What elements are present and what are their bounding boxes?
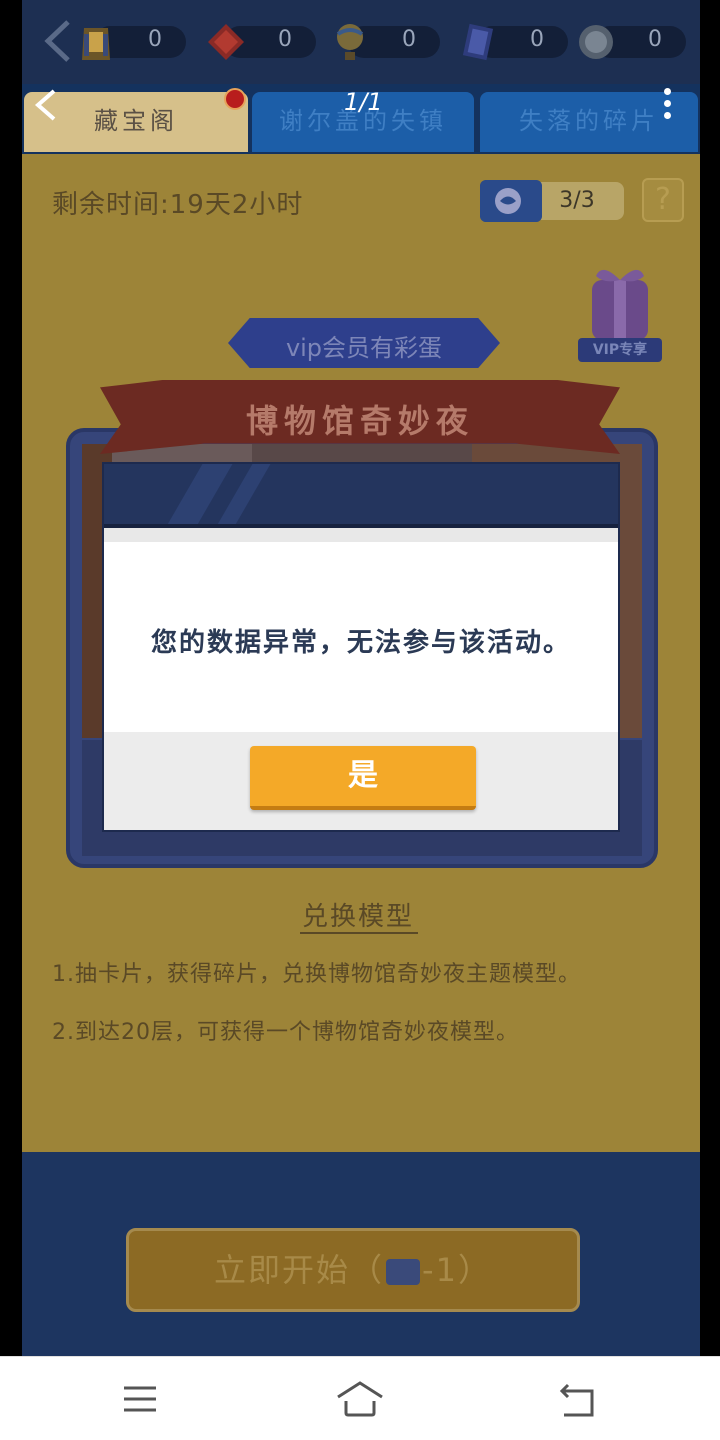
ticket-counter: 3/3 bbox=[480, 180, 624, 222]
start-cost: -1） bbox=[422, 1251, 492, 1289]
confirm-yes-button[interactable]: 是 bbox=[250, 746, 476, 810]
page-indicator: 1/1 bbox=[344, 88, 383, 116]
nav-back-icon[interactable] bbox=[32, 88, 62, 122]
notification-dot bbox=[224, 88, 246, 110]
event-title: 博物馆奇妙夜 bbox=[245, 402, 474, 440]
help-button[interactable]: ? bbox=[642, 178, 684, 222]
red-gem-icon bbox=[208, 24, 244, 60]
start-label: 立即开始（ bbox=[214, 1251, 385, 1289]
balloon-icon bbox=[336, 24, 364, 60]
dialog-header bbox=[104, 464, 618, 528]
gift-box-icon bbox=[592, 269, 648, 340]
bottom-bar: 立即开始（ -1） bbox=[22, 1152, 700, 1356]
silver-coin-icon bbox=[579, 25, 613, 59]
more-options-icon[interactable] bbox=[660, 88, 674, 128]
ticket-count: 3/3 bbox=[530, 182, 624, 220]
event-title-banner: 博物馆奇妙夜 bbox=[100, 380, 620, 454]
ticket-icon bbox=[480, 180, 542, 222]
start-now-button[interactable]: 立即开始（ -1） bbox=[126, 1228, 580, 1312]
rule-1: 1.抽卡片，获得碎片，兑换博物馆奇妙夜主题模型。 bbox=[52, 962, 581, 987]
resource-value: 0 bbox=[148, 27, 162, 52]
resource-bar: 0 0 0 0 0 bbox=[22, 0, 700, 84]
resource-value: 0 bbox=[648, 27, 662, 52]
resource-value: 0 bbox=[278, 27, 292, 52]
resource-balloon: 0 bbox=[330, 22, 440, 62]
exchange-model-link[interactable]: 兑换模型 bbox=[302, 896, 414, 933]
resource-value: 0 bbox=[402, 27, 416, 52]
vip-banner: vip会员有彩蛋 bbox=[228, 318, 500, 368]
dialog-footer: 是 bbox=[104, 732, 618, 830]
dialog-body: 您的数据异常，无法参与该活动。 bbox=[104, 528, 618, 732]
dialog-message: 您的数据异常，无法参与该活动。 bbox=[150, 628, 571, 658]
resource-value: 0 bbox=[530, 27, 544, 52]
exchange-underline bbox=[300, 932, 418, 934]
pharaoh-icon bbox=[82, 28, 110, 60]
system-nav-bar bbox=[0, 1356, 720, 1440]
card-icon bbox=[462, 23, 494, 61]
back-icon[interactable] bbox=[40, 18, 74, 64]
resource-pharaoh: 0 bbox=[76, 22, 186, 62]
vip-banner-text: vip会员有彩蛋 bbox=[285, 334, 443, 362]
resource-card: 0 bbox=[458, 22, 568, 62]
menu-icon[interactable] bbox=[110, 1377, 170, 1421]
home-icon[interactable] bbox=[330, 1377, 390, 1421]
vip-badge: VIP专享 bbox=[578, 338, 662, 362]
vip-gift[interactable]: VIP专享 bbox=[574, 260, 666, 364]
rule-2: 2.到达20层，可获得一个博物馆奇妙夜模型。 bbox=[52, 1020, 519, 1045]
ticket-icon bbox=[386, 1259, 421, 1285]
return-icon[interactable] bbox=[548, 1377, 608, 1421]
resource-gem: 0 bbox=[206, 22, 316, 62]
error-dialog: 您的数据异常，无法参与该活动。 是 bbox=[102, 462, 620, 832]
time-remaining: 剩余时间:19天2小时 bbox=[52, 190, 304, 220]
resource-coin: 0 bbox=[576, 22, 686, 62]
